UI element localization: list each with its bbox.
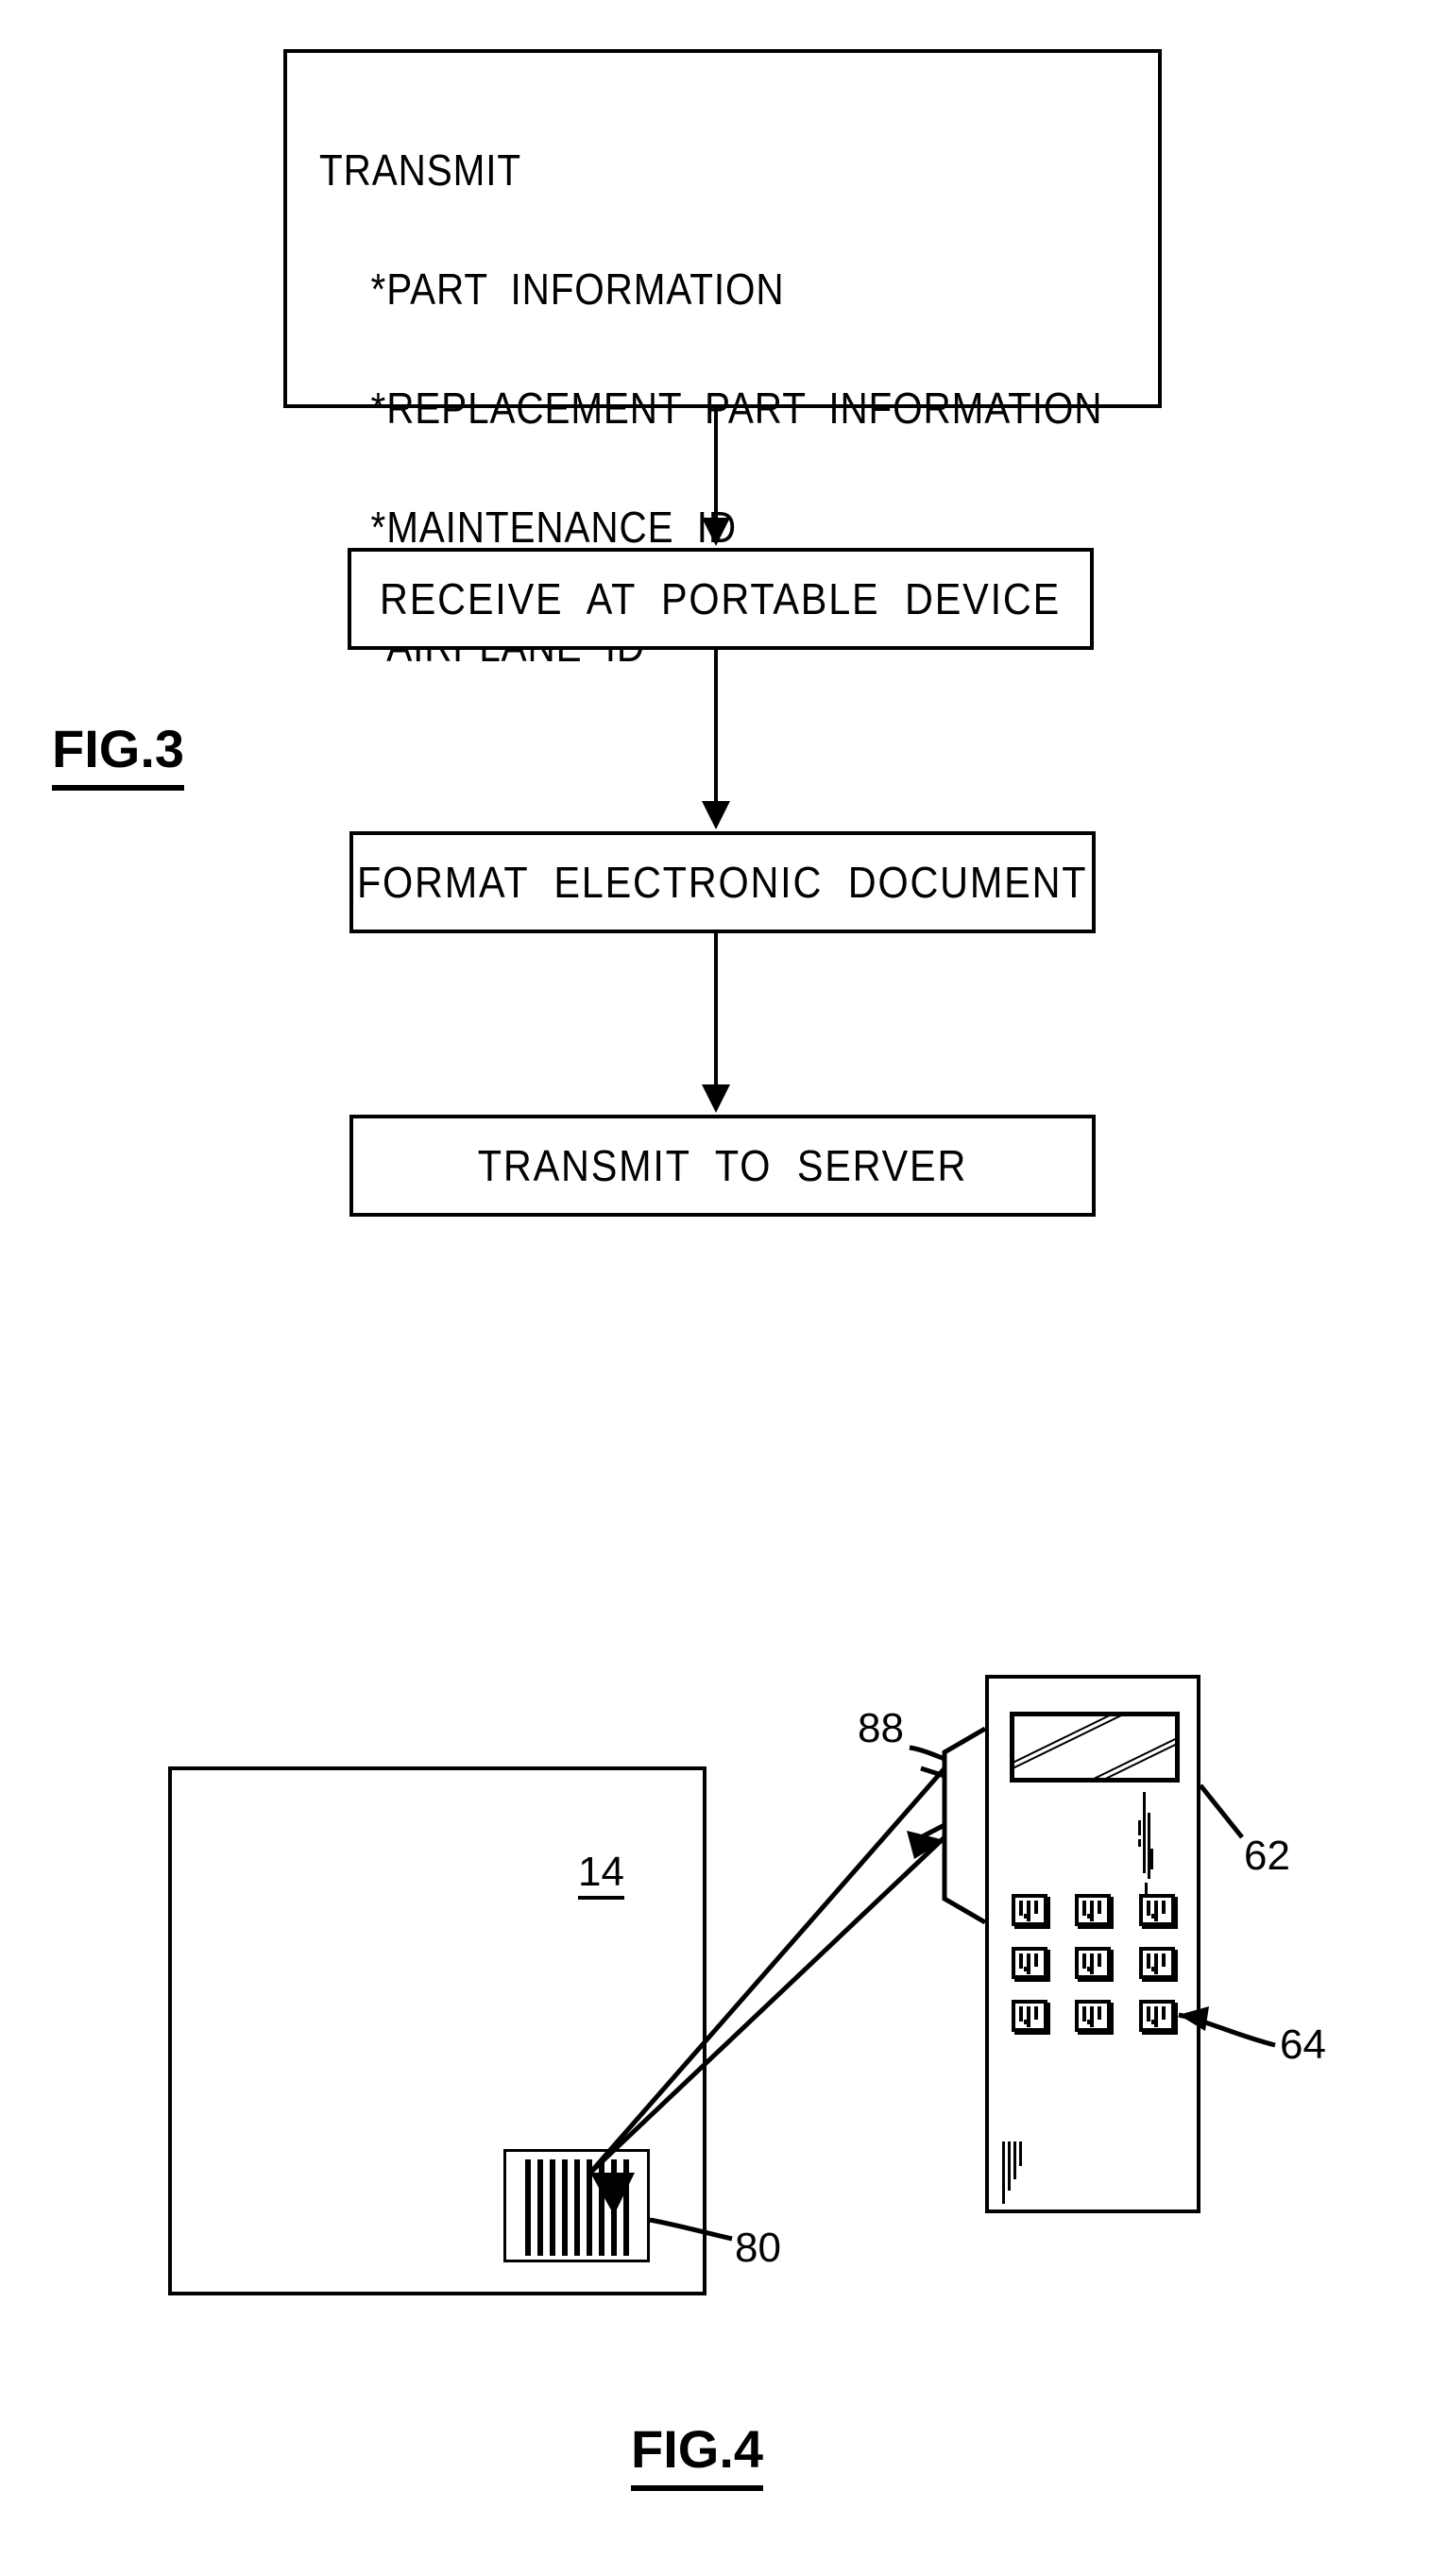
reference-label-64: 64 (1280, 2022, 1326, 2068)
reference-label-88: 88 (858, 1705, 904, 1751)
leader-62 (1199, 1783, 1244, 1839)
keypad-key[interactable] (1012, 1947, 1047, 1979)
bracket-88 (942, 1726, 987, 1925)
device-lower-hatching (1000, 2141, 1029, 2208)
transmit-line-1: *PART INFORMATION (370, 264, 785, 314)
barcode-bar (536, 2159, 543, 2256)
barcode-bar (622, 2159, 629, 2256)
screen-glint-line (1014, 1716, 1133, 1773)
figure-3-caption-text: FIG.3 (52, 718, 185, 791)
flow-arrow-3-shaft (714, 933, 718, 1086)
leader-88 (909, 1745, 945, 1762)
scan-return-arrowhead (907, 1831, 945, 1859)
flowchart-box-format-label: FORMAT ELECTRONIC DOCUMENT (357, 858, 1088, 907)
barcode-bar (573, 2159, 580, 2256)
keypad-key[interactable] (1138, 2000, 1175, 2032)
flowchart-box-server-label: TRANSMIT TO SERVER (477, 1141, 968, 1190)
device-keypad[interactable] (1012, 1894, 1182, 2032)
flow-arrow-1-shaft (714, 408, 718, 520)
flow-arrow-2-shaft (714, 650, 718, 803)
flow-arrow-1-head-icon (702, 518, 730, 546)
keypad-key[interactable] (1012, 2000, 1047, 2032)
bracket-88-tick (919, 1822, 946, 1840)
flowchart-box-format: FORMAT ELECTRONIC DOCUMENT (349, 831, 1096, 933)
keypad-key-64[interactable] (1138, 1947, 1175, 1979)
barcode-bar (598, 2159, 604, 2256)
keypad-key[interactable] (1075, 2000, 1112, 2032)
flowchart-box-receive: RECEIVE AT PORTABLE DEVICE (348, 548, 1094, 650)
bracket-88-tick (920, 1766, 945, 1779)
transmit-line-2: *REPLACEMENT PART INFORMATION (370, 384, 1103, 433)
figure-4-caption: FIG.4 (631, 2418, 764, 2491)
figure-3-caption: FIG.3 (52, 718, 185, 791)
device-display-screen (1010, 1712, 1180, 1783)
screen-glint-line (1087, 1731, 1175, 1778)
portable-device-62 (985, 1675, 1200, 2213)
flowchart-box-transmit-text: TRANSMIT *PART INFORMATION *REPLACEMENT … (319, 81, 1102, 795)
keypad-key[interactable] (1012, 1894, 1047, 1926)
reference-label-80: 80 (735, 2225, 781, 2271)
keypad-key[interactable] (1138, 1894, 1175, 1926)
reference-label-62: 62 (1244, 1833, 1290, 1879)
barcode-bar (524, 2159, 531, 2256)
flow-arrow-3-head-icon (702, 1084, 730, 1113)
transmit-line-0: TRANSMIT (319, 145, 521, 195)
barcode-bar (586, 2159, 592, 2256)
flowchart-box-transmit-to-server: TRANSMIT TO SERVER (349, 1115, 1096, 1217)
flow-arrow-2-head-icon (702, 801, 730, 829)
barcode-80 (503, 2149, 650, 2262)
keypad-key[interactable] (1075, 1947, 1112, 1979)
barcode-bar (549, 2159, 555, 2256)
barcode-bar (610, 2159, 617, 2256)
patent-figure-sheet: TRANSMIT *PART INFORMATION *REPLACEMENT … (0, 0, 1430, 2576)
keypad-key[interactable] (1075, 1894, 1112, 1926)
figure-4-caption-text: FIG.4 (631, 2418, 764, 2491)
barcode-bar (561, 2159, 568, 2256)
flowchart-box-receive-label: RECEIVE AT PORTABLE DEVICE (380, 574, 1062, 623)
reference-label-14: 14 (578, 1851, 624, 1900)
flowchart-box-transmit: TRANSMIT *PART INFORMATION *REPLACEMENT … (283, 49, 1162, 671)
